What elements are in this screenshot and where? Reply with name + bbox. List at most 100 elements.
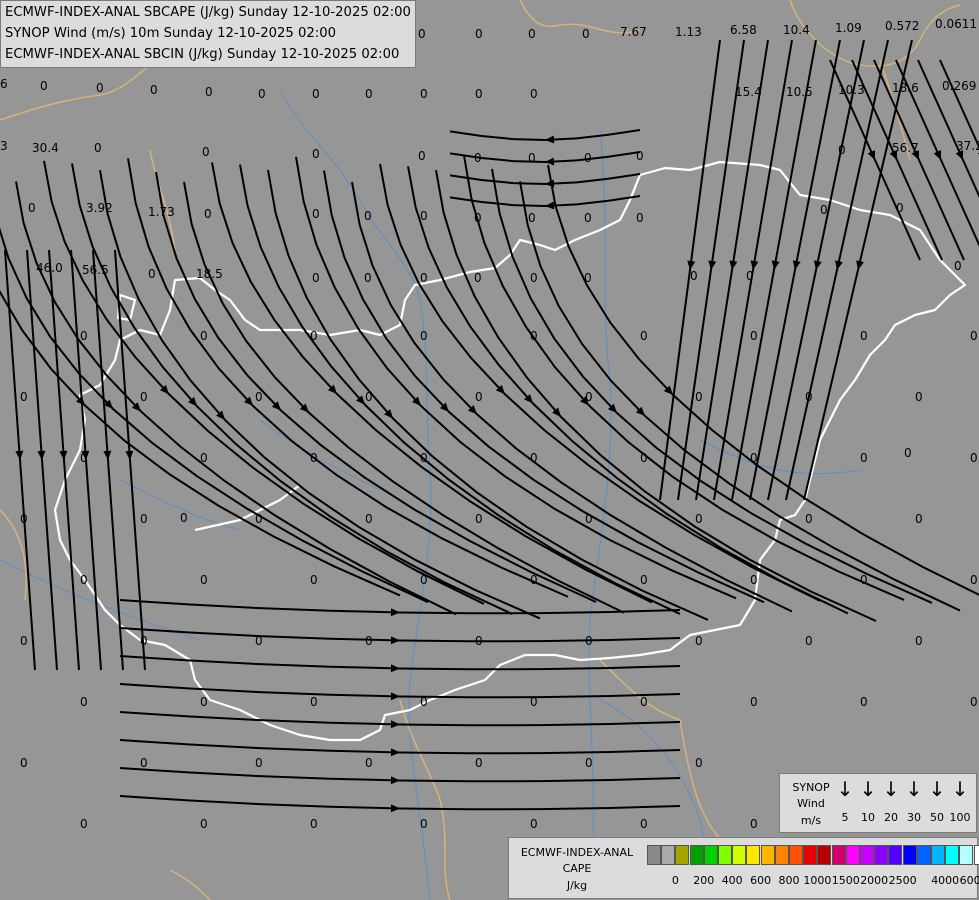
map-value-label: 0 <box>28 201 36 215</box>
cape-color-swatch <box>845 845 860 865</box>
wind-legend-title1: SYNOP <box>792 781 830 794</box>
map-zero-label: 0 <box>750 695 758 709</box>
cape-color-swatch <box>888 845 903 865</box>
map-value-label: 0 <box>312 207 320 221</box>
map-value-label: 0 <box>418 149 426 163</box>
map-zero-label: 0 <box>915 634 923 648</box>
cape-color-swatch <box>703 845 718 865</box>
map-value-label: 0 <box>820 203 828 217</box>
cape-color-swatch <box>774 845 789 865</box>
map-value-label: 6.58 <box>730 23 757 37</box>
map-value-label: 0 <box>528 151 536 165</box>
map-zero-label: 0 <box>640 329 648 343</box>
cape-color-swatch <box>689 845 704 865</box>
map-value-label: 0 <box>420 87 428 101</box>
map-zero-label: 0 <box>255 756 263 770</box>
map-zero-label: 0 <box>750 451 758 465</box>
map-value-label: 0 <box>312 147 320 161</box>
map-value-label: 0 <box>690 269 698 283</box>
map-zero-label: 0 <box>585 756 593 770</box>
map-value-label: 0 <box>474 211 482 225</box>
cape-color-swatch <box>931 845 945 865</box>
map-value-label: 0 <box>528 211 536 225</box>
cape-color-swatch <box>718 845 732 865</box>
map-value-label: 0 <box>312 271 320 285</box>
map-zero-label: 0 <box>420 329 428 343</box>
map-zero-label: 0 <box>80 451 88 465</box>
map-value-label: 0 <box>202 145 210 159</box>
map-zero-label: 0 <box>20 756 28 770</box>
map-zero-label: 0 <box>140 390 148 404</box>
wind-speed-label: 100 <box>949 811 971 824</box>
map-value-label: 10.3 <box>838 83 865 97</box>
map-value-label: 0 <box>954 259 962 273</box>
map-zero-label: 0 <box>585 390 593 404</box>
down-arrow-icon: ↓ <box>905 777 923 801</box>
map-zero-label: 0 <box>970 695 978 709</box>
map-value-label: 0 <box>94 141 102 155</box>
map-zero-label: 0 <box>530 451 538 465</box>
map-value-label: 0 <box>40 79 48 93</box>
cape-color-swatch <box>916 845 931 865</box>
map-zero-label: 0 <box>255 634 263 648</box>
map-value-label: 0 <box>475 87 483 101</box>
map-value-label: 0 <box>96 81 104 95</box>
map-zero-label: 0 <box>200 817 208 831</box>
down-arrow-icon: ↓ <box>882 777 900 801</box>
wind-legend-unit: m/s <box>800 814 822 827</box>
map-value-label: 30.4 <box>32 141 59 155</box>
map-value-label: 18.5 <box>196 267 223 281</box>
map-value-label: 56.7 <box>892 141 919 155</box>
cape-tick-label: 2500 <box>888 874 917 887</box>
cape-legend-title1: ECMWF-INDEX-ANAL <box>520 846 634 859</box>
down-arrow-icon: ↓ <box>836 777 854 801</box>
map-value-label: 0.269 <box>942 79 976 93</box>
map-zero-label: 0 <box>365 634 373 648</box>
cape-legend-title2: CAPE <box>562 862 592 875</box>
map-zero-label: 0 <box>420 573 428 587</box>
map-value-label: 0 <box>584 211 592 225</box>
map-zero-label: 0 <box>530 573 538 587</box>
down-arrow-icon: ↓ <box>951 777 969 801</box>
map-zero-label: 0 <box>420 817 428 831</box>
map-value-label: 56.5 <box>82 263 109 277</box>
map-zero-label: 0 <box>475 634 483 648</box>
cape-color-swatch <box>831 845 846 865</box>
cape-color-swatch <box>817 845 832 865</box>
map-zero-label: 0 <box>140 634 148 648</box>
map-zero-label: 0 <box>475 756 483 770</box>
cape-color-swatch <box>874 845 889 865</box>
map-zero-label: 0 <box>200 329 208 343</box>
map-value-label: 0 <box>474 271 482 285</box>
map-value-label: 0 <box>475 27 483 41</box>
map-zero-label: 0 <box>310 695 318 709</box>
map-value-label: 0 <box>180 511 188 525</box>
map-value-label: 0 <box>420 209 428 223</box>
map-value-label: 0 <box>312 87 320 101</box>
map-zero-label: 0 <box>140 756 148 770</box>
map-value-label: 3.92 <box>86 201 113 215</box>
map-value-label: 10.5 <box>786 85 813 99</box>
map-zero-label: 0 <box>750 573 758 587</box>
map-value-label: 0 <box>636 149 644 163</box>
map-value-label: 0 <box>530 87 538 101</box>
map-value-label: 0 <box>150 83 158 97</box>
cape-color-swatch <box>732 845 747 865</box>
map-value-label: 1.13 <box>675 25 702 39</box>
map-zero-label: 0 <box>585 634 593 648</box>
map-zero-label: 0 <box>860 695 868 709</box>
map-zero-label: 0 <box>310 573 318 587</box>
map-zero-label: 0 <box>530 695 538 709</box>
map-zero-label: 0 <box>365 512 373 526</box>
cape-tick-label: 6000 <box>959 874 979 887</box>
map-zero-label: 0 <box>475 512 483 526</box>
map-zero-label: 0 <box>915 512 923 526</box>
map-zero-label: 0 <box>860 329 868 343</box>
cape-color-swatch <box>902 845 917 865</box>
map-zero-label: 0 <box>915 390 923 404</box>
down-arrow-icon: ↓ <box>859 777 877 801</box>
map-value-label: 0 <box>420 271 428 285</box>
map-value-label: 0 <box>904 446 912 460</box>
cape-color-swatch <box>760 845 775 865</box>
map-value-label: 0.572 <box>885 19 919 33</box>
